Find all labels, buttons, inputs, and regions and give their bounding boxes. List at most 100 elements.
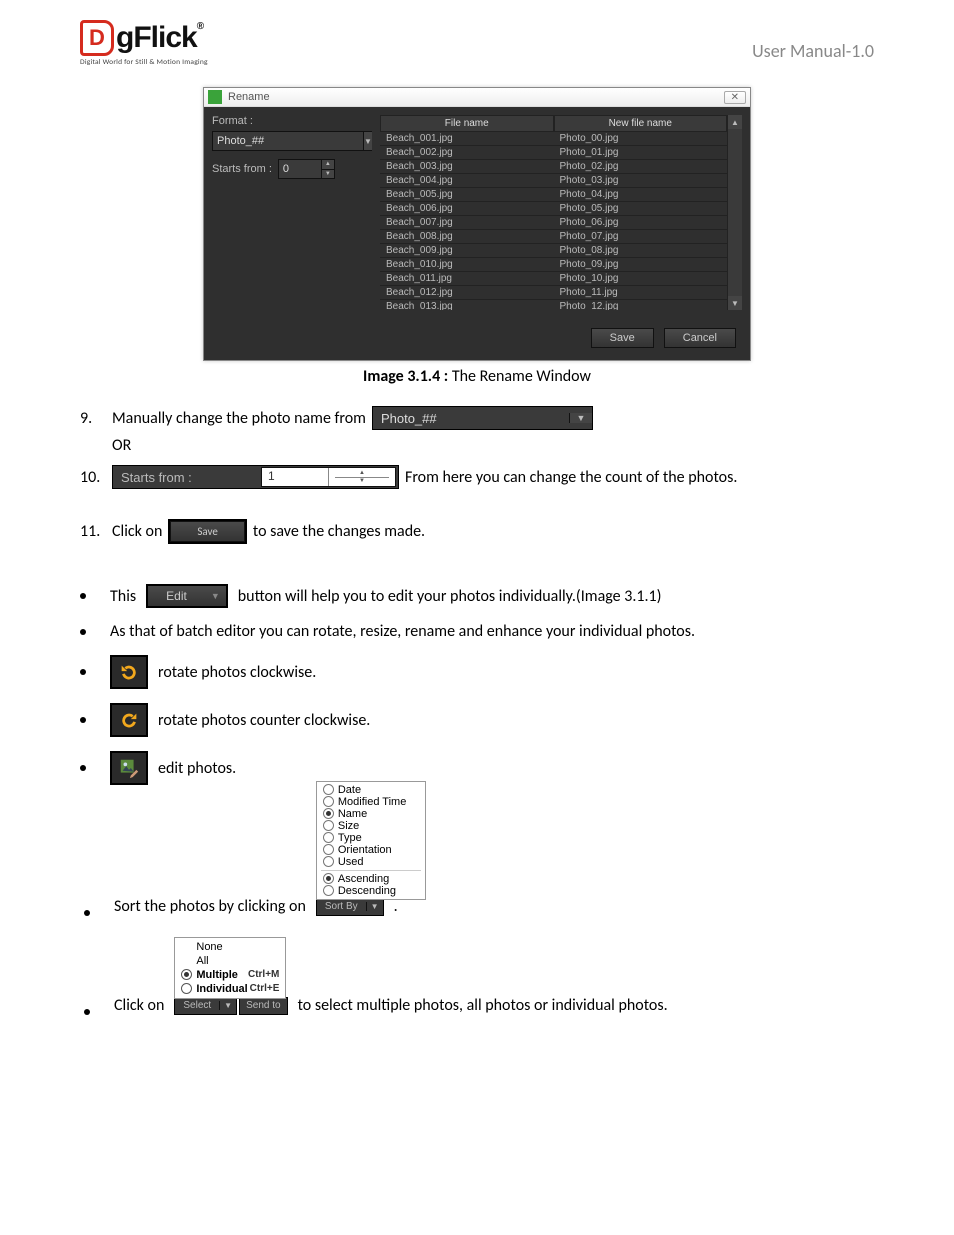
bullet-select-b: to select multiple photos, all photos or…	[298, 996, 668, 1015]
save-label: Save	[170, 521, 244, 542]
sortby-name[interactable]: Name	[317, 808, 425, 820]
sortby-menu[interactable]: Date Modified Time Name Size Type Orient…	[316, 781, 426, 900]
window-icon	[208, 90, 222, 104]
sortby-orientation[interactable]: Orientation	[317, 844, 425, 856]
sortby-used[interactable]: Used	[317, 856, 425, 868]
sendto-button[interactable]: Send to	[239, 997, 287, 1015]
image-caption: Image 3.1.4 : The Rename Window	[80, 367, 874, 386]
select-button[interactable]: Select ▼	[174, 997, 237, 1015]
table-row[interactable]: Beach_013.jpgPhoto_12.jpg	[380, 300, 727, 310]
edit-label: Edit	[148, 586, 205, 606]
format-field[interactable]	[213, 132, 363, 150]
table-row[interactable]: Beach_003.jpgPhoto_02.jpg	[380, 160, 727, 174]
cell-newfilename: Photo_04.jpg	[554, 188, 728, 201]
sortby-date[interactable]: Date	[317, 784, 425, 796]
col-filename: File name	[380, 115, 554, 132]
scrollbar[interactable]: ▲ ▼	[727, 115, 742, 310]
logo-reg: ®	[197, 21, 203, 32]
logo-d-icon: D	[80, 20, 114, 56]
starts-spinner[interactable]: ▲ ▼	[278, 159, 335, 179]
table-row[interactable]: Beach_008.jpgPhoto_07.jpg	[380, 230, 727, 244]
col-newfilename: New file name	[554, 115, 728, 132]
spin-up-icon[interactable]: ▲	[335, 469, 389, 478]
table-row[interactable]: Beach_005.jpgPhoto_04.jpg	[380, 188, 727, 202]
bullet-icon	[80, 717, 86, 723]
bullet-sort-a: Sort the photos by clicking on	[114, 897, 306, 916]
scroll-up-icon[interactable]: ▲	[728, 115, 742, 129]
chevron-down-icon[interactable]: ▼	[205, 591, 226, 601]
starts-from-label: Starts from :	[113, 468, 259, 487]
table-row[interactable]: Beach_007.jpgPhoto_06.jpg	[380, 216, 727, 230]
bullet-icon	[80, 669, 86, 675]
bullet-icon	[84, 1009, 90, 1015]
scroll-down-icon[interactable]: ▼	[728, 296, 742, 310]
starts-field[interactable]	[279, 160, 321, 178]
step-num-11: 11.	[80, 522, 106, 541]
table-row[interactable]: Beach_009.jpgPhoto_08.jpg	[380, 244, 727, 258]
spin-up-icon[interactable]: ▲	[322, 160, 334, 170]
bullet-rotate-ccw: rotate photos counter clockwise.	[158, 711, 370, 730]
cell-newfilename: Photo_12.jpg	[554, 300, 728, 310]
chevron-down-icon[interactable]: ▼	[219, 1001, 236, 1010]
cell-newfilename: Photo_00.jpg	[554, 132, 728, 145]
cancel-button[interactable]: Cancel	[664, 328, 736, 348]
sortby-size[interactable]: Size	[317, 820, 425, 832]
step-10-text: From here you can change the count of th…	[405, 468, 737, 487]
cell-filename: Beach_001.jpg	[380, 132, 554, 145]
chevron-down-icon[interactable]: ▼	[569, 413, 592, 423]
cell-filename: Beach_005.jpg	[380, 188, 554, 201]
sortby-modified[interactable]: Modified Time	[317, 796, 425, 808]
bullet-icon	[80, 765, 86, 771]
select-menu[interactable]: None All MultipleCtrl+M IndividualCtrl+E	[174, 937, 286, 999]
select-all[interactable]: All	[175, 954, 285, 968]
bullet-edit-b: button will help you to edit your photos…	[238, 587, 662, 606]
chevron-down-icon[interactable]: ▼	[363, 132, 372, 150]
step-11-text-b: to save the changes made.	[253, 522, 425, 541]
select-individual[interactable]: IndividualCtrl+E	[175, 982, 285, 996]
cell-newfilename: Photo_11.jpg	[554, 286, 728, 299]
spin-down-icon[interactable]: ▼	[322, 170, 334, 179]
format-label: Format :	[212, 115, 372, 127]
cell-filename: Beach_002.jpg	[380, 146, 554, 159]
spin-down-icon[interactable]: ▼	[335, 478, 389, 486]
sortby-ascending[interactable]: Ascending	[317, 873, 425, 885]
bullet-edit-a: This	[110, 587, 136, 606]
bullet-edit-photos: edit photos.	[158, 759, 236, 778]
save-button[interactable]: Save	[591, 328, 654, 348]
bullet-rotate-cw: rotate photos clockwise.	[158, 663, 316, 682]
cell-filename: Beach_012.jpg	[380, 286, 554, 299]
starts-from-widget[interactable]: Starts from : 1 ▲ ▼	[112, 465, 399, 489]
photo-format-widget[interactable]: Photo_## ▼	[372, 406, 593, 430]
table-row[interactable]: Beach_004.jpgPhoto_03.jpg	[380, 174, 727, 188]
cell-newfilename: Photo_01.jpg	[554, 146, 728, 159]
cell-filename: Beach_010.jpg	[380, 258, 554, 271]
sortby-button[interactable]: Sort By ▼	[316, 898, 384, 916]
bullet-icon	[80, 593, 86, 599]
sortby-type[interactable]: Type	[317, 832, 425, 844]
rename-window: Rename ✕ Format : ▼ Starts from : ▲ ▼	[203, 87, 751, 361]
save-inline-button[interactable]: Save	[168, 519, 246, 544]
edit-dropdown-button[interactable]: Edit ▼	[146, 584, 228, 608]
format-input[interactable]: ▼	[212, 131, 372, 151]
starts-from-value[interactable]: 1	[262, 468, 328, 486]
step-11-text-a: Click on	[112, 522, 162, 541]
logo-tagline: Digital World for Still & Motion Imaging	[80, 58, 240, 67]
table-row[interactable]: Beach_012.jpgPhoto_11.jpg	[380, 286, 727, 300]
rotate-ccw-icon[interactable]	[110, 703, 148, 737]
close-button[interactable]: ✕	[724, 91, 746, 104]
rotate-cw-icon[interactable]	[110, 655, 148, 689]
chevron-down-icon[interactable]: ▼	[366, 902, 383, 911]
table-row[interactable]: Beach_010.jpgPhoto_09.jpg	[380, 258, 727, 272]
select-none[interactable]: None	[175, 940, 285, 954]
table-row[interactable]: Beach_006.jpgPhoto_05.jpg	[380, 202, 727, 216]
table-row[interactable]: Beach_011.jpgPhoto_10.jpg	[380, 272, 727, 286]
edit-photo-icon[interactable]	[110, 751, 148, 785]
table-row[interactable]: Beach_002.jpgPhoto_01.jpg	[380, 146, 727, 160]
step-9-text-a: Manually change the photo name from	[112, 409, 366, 428]
select-multiple[interactable]: MultipleCtrl+M	[175, 968, 285, 982]
page-title: User Manual-1.0	[752, 40, 874, 62]
table-row[interactable]: Beach_001.jpgPhoto_00.jpg	[380, 132, 727, 146]
sortby-descending[interactable]: Descending	[317, 885, 425, 897]
cell-newfilename: Photo_07.jpg	[554, 230, 728, 243]
cell-filename: Beach_007.jpg	[380, 216, 554, 229]
